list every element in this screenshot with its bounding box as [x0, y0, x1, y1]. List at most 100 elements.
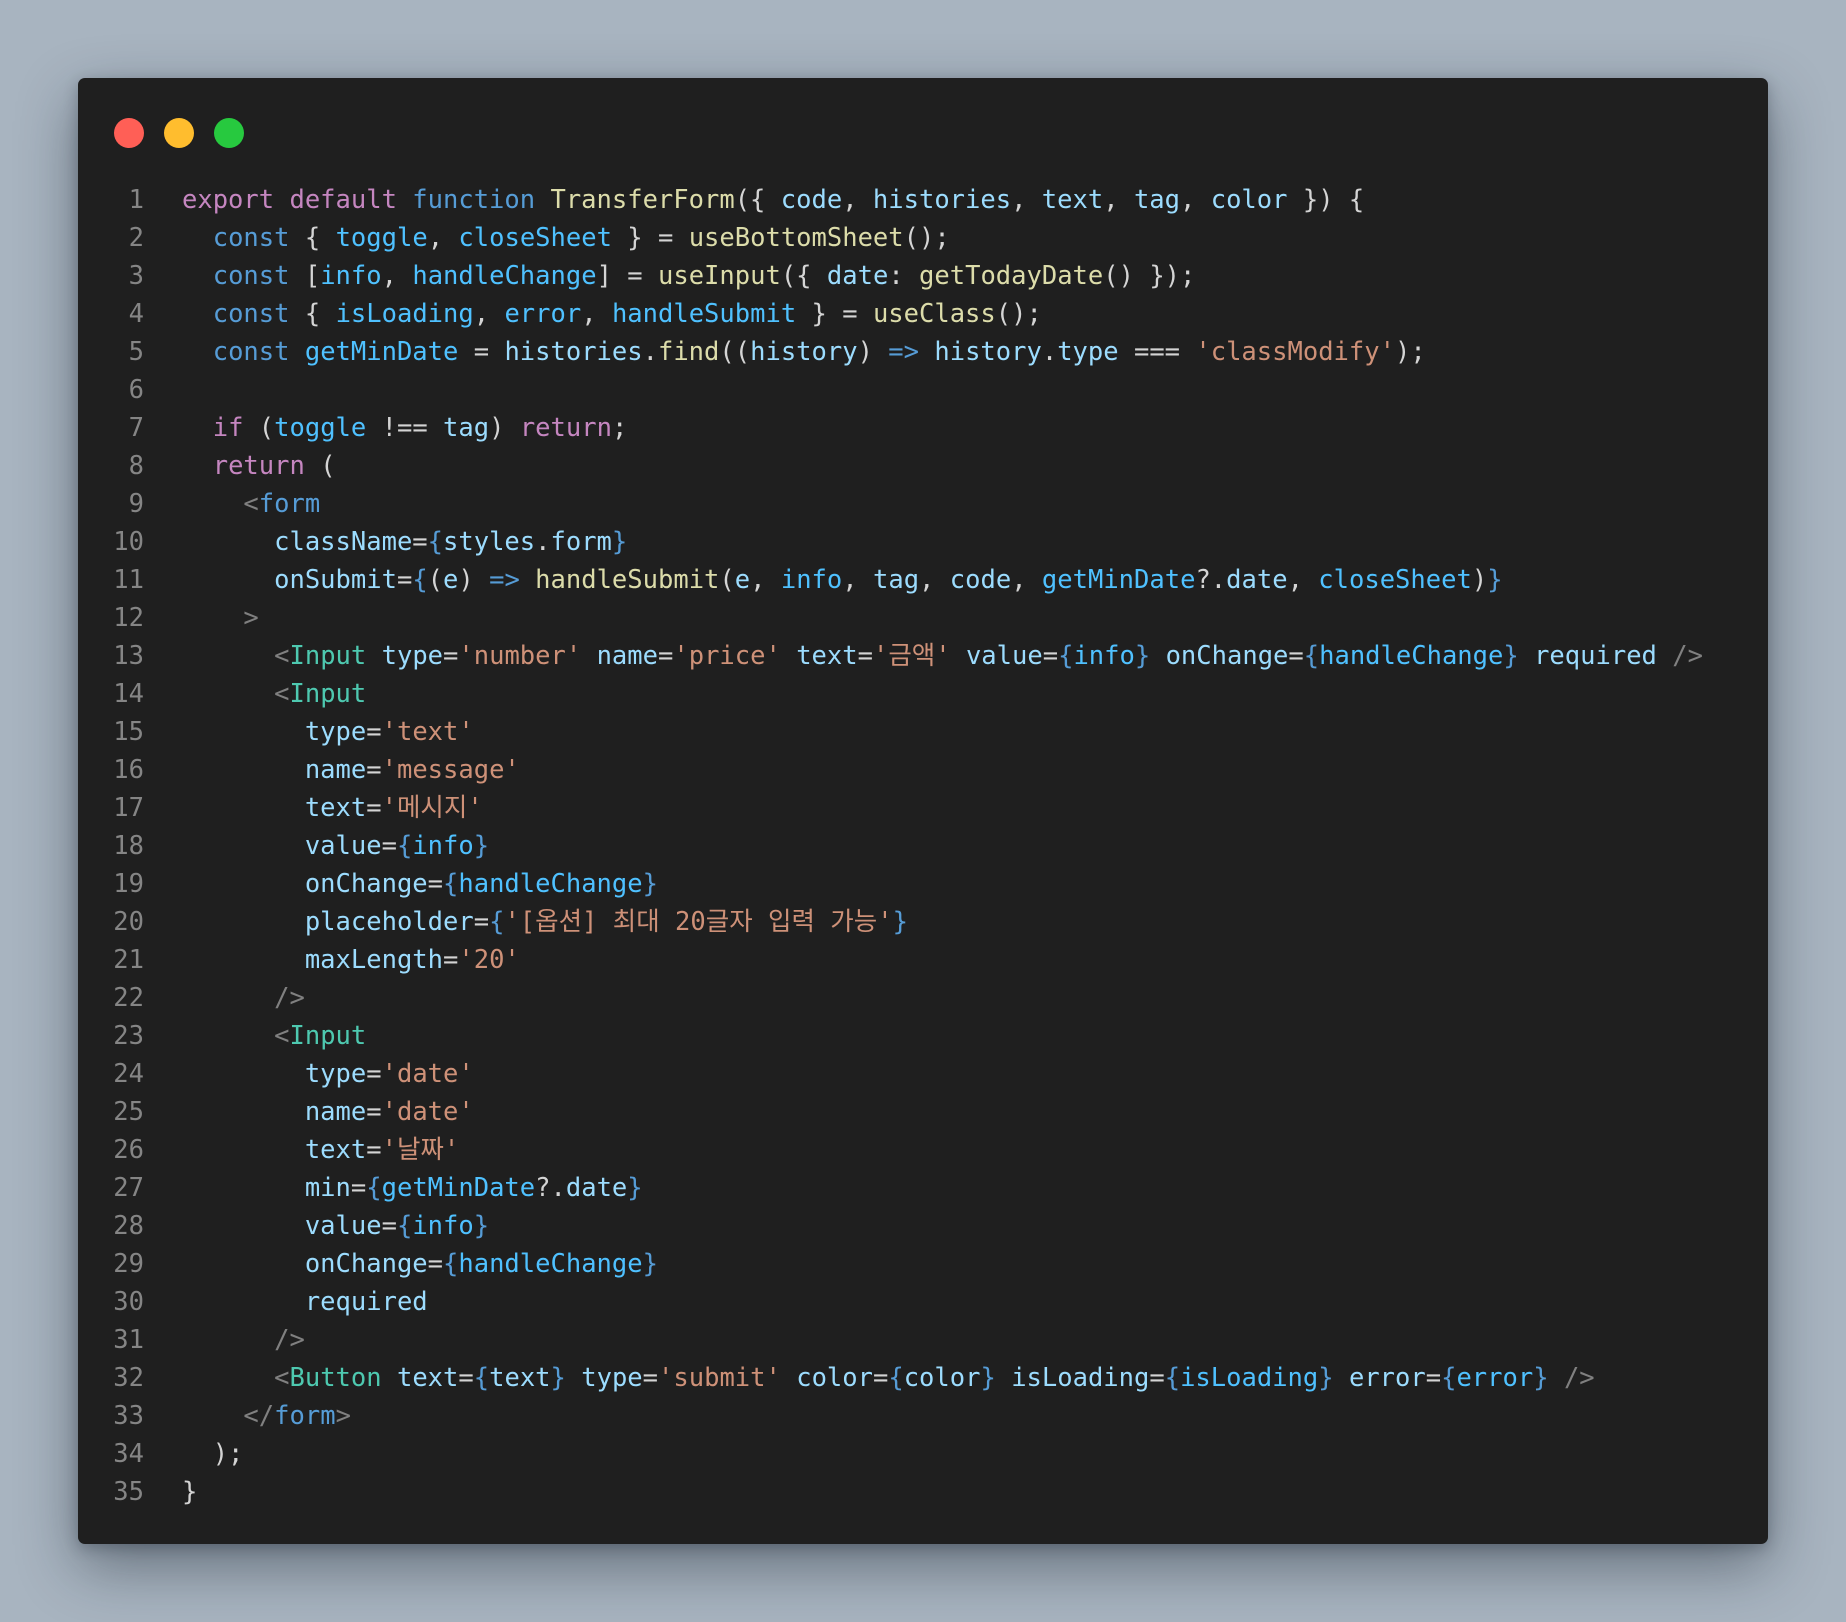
code-token: type [581, 1363, 643, 1393]
code-token: e [734, 565, 751, 595]
code-token: history [750, 337, 858, 367]
code-token: = [872, 1363, 889, 1393]
code-token: info [412, 831, 474, 861]
code-text: <Input [182, 1017, 366, 1055]
code-text: </form> [182, 1397, 351, 1435]
code-text: <Input type='number' name='price' text='… [182, 637, 1703, 675]
code-token: info [780, 565, 843, 595]
code-token: closeSheet [458, 223, 612, 253]
line-number: 22 [113, 983, 144, 1013]
code-token: function [412, 185, 551, 215]
code-token: text [304, 1135, 367, 1165]
code-token: '[옵션] 최대 20글자 입력 가능' [504, 907, 893, 937]
code-text: placeholder={'[옵션] 최대 20글자 입력 가능'} [182, 903, 908, 941]
code-token: ] = [596, 261, 658, 291]
line-number: 10 [113, 527, 144, 557]
code-line: 25 name='date' [78, 1093, 1768, 1131]
code-text: export default function TransferForm({ c… [182, 181, 1364, 219]
line-number: 4 [128, 299, 144, 329]
code-text: <form [182, 485, 320, 523]
code-token: = [366, 1135, 382, 1165]
line-number: 28 [113, 1211, 144, 1241]
code-token: } [473, 831, 490, 861]
code-text: className={styles.form} [182, 523, 627, 561]
code-token: value [304, 1211, 382, 1241]
code-text: type='date' [182, 1055, 474, 1093]
code-token: e [443, 565, 459, 595]
code-token: info [320, 261, 382, 291]
code-token: date [1226, 565, 1288, 595]
code-token: { [489, 907, 505, 937]
code-token: form [274, 1401, 336, 1431]
code-token: text [1041, 185, 1104, 215]
code-token: , [750, 565, 781, 595]
code-token: = [857, 641, 873, 671]
code-token: = [458, 337, 505, 367]
code-line: 23 <Input [78, 1017, 1768, 1055]
code-token: useClass [872, 299, 996, 329]
code-token: ; [611, 413, 628, 443]
line-number: 1 [128, 185, 144, 215]
code-token: color [903, 1363, 981, 1393]
code-token: text [304, 793, 367, 823]
code-line: 31 /> [78, 1321, 1768, 1359]
code-token: type [381, 641, 444, 671]
code-token: date [826, 261, 889, 291]
code-token: = [350, 1173, 367, 1203]
code-token: info [1073, 641, 1135, 671]
code-token: === [1118, 337, 1196, 367]
code-token: } [1318, 1363, 1334, 1393]
close-button[interactable] [114, 118, 144, 148]
code-token: (); [995, 299, 1042, 329]
code-token: const [212, 223, 305, 253]
code-token: handleChange [458, 1249, 643, 1279]
code-token: name [596, 641, 658, 671]
code-text: > [182, 599, 258, 637]
code-token: { [412, 565, 428, 595]
line-number: 34 [113, 1439, 144, 1469]
code-token: < [274, 1363, 290, 1393]
line-number: 15 [113, 717, 144, 747]
code-token: required [304, 1287, 428, 1317]
code-token: name [304, 1097, 367, 1127]
line-number: 18 [113, 831, 144, 861]
code-token: ( [258, 413, 275, 443]
code-text: <Button text={text} type='submit' color=… [182, 1359, 1595, 1397]
maximize-button[interactable] [214, 118, 244, 148]
code-token: { [396, 831, 413, 861]
minimize-button[interactable] [164, 118, 194, 148]
code-token: find [657, 337, 720, 367]
code-token: { [888, 1363, 904, 1393]
line-number: 24 [113, 1059, 144, 1089]
code-line: 5 const getMinDate = histories.find((his… [78, 333, 1768, 371]
code-token: value [304, 831, 382, 861]
code-token: name [304, 755, 367, 785]
code-token: return [212, 451, 321, 481]
code-token: text [796, 641, 858, 671]
code-token: const [212, 261, 305, 291]
code-token: = [366, 755, 382, 785]
code-text: const [info, handleChange] = useInput({ … [182, 257, 1196, 295]
code-token: } [1533, 1363, 1549, 1393]
code-line: 6 [78, 371, 1768, 409]
code-token: type [304, 717, 367, 747]
code-text: text='날짜' [182, 1131, 459, 1169]
line-number: 6 [128, 375, 144, 405]
code-text: <Input [182, 675, 366, 713]
